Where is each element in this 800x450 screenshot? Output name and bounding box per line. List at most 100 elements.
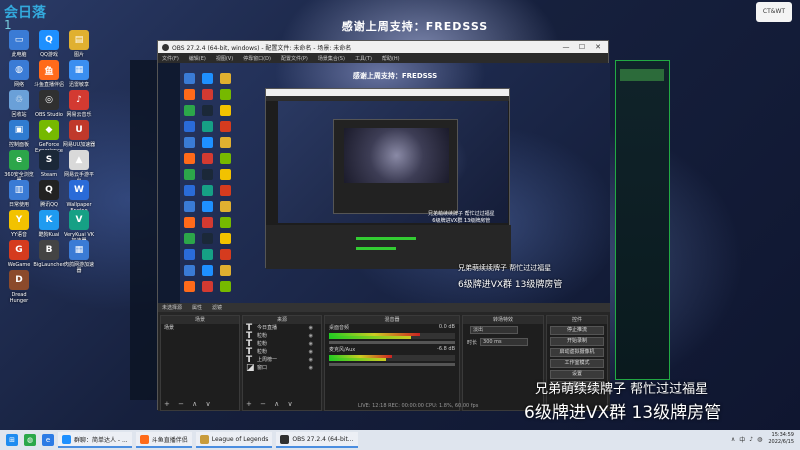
background-game-window[interactable] [615,60,670,380]
browser-icon[interactable]: e [42,434,54,446]
desktop-icon[interactable]: ◍ 网络 [2,60,36,88]
transition-duration-input[interactable]: 300 ms [480,338,529,346]
network-icon[interactable]: ◍ [757,436,762,443]
desktop-icon[interactable]: Y YY语音 [2,210,36,238]
desktop-icon[interactable]: U 网易UU加速器 [62,120,96,148]
desktop-icon[interactable]: ◎ OBS Studio [32,90,66,118]
desktop-icon-glyph: W [69,180,89,200]
preview-mini-icon [220,281,231,292]
scene-item[interactable]: 场景 [161,324,239,332]
desktop-icon[interactable]: G WeGame [2,240,36,268]
filters-button[interactable]: 滤镜 [212,304,222,311]
desktop-icon-glyph: V [69,210,89,230]
menu-scene-collection[interactable]: 场景集合(S) [318,55,345,62]
taskbar-task[interactable]: League of Legends [195,432,273,448]
desktop-icon-glyph: ◆ [39,120,59,140]
obs-menubar: 文件(F) 编辑(E) 视图(V) 停靠窗口(D) 配置文件(P) 场景集合(S… [158,53,608,63]
source-item[interactable]: T 上周榜一 ◉ [243,356,321,365]
nested-meter-2 [356,247,396,250]
visibility-eye-icon[interactable]: ◉ [309,324,313,332]
source-item[interactable]: ◪ 窗口 ◉ [243,364,321,373]
studio-mode-button[interactable]: 工作室模式 [550,359,604,368]
visibility-eye-icon[interactable]: ◉ [309,348,313,356]
desktop-icon[interactable]: Q 腾讯QQ [32,180,66,208]
nested-obs-window-2 [333,119,458,214]
desktop-icon[interactable]: B BigLauncher [32,240,66,268]
desktop-icon[interactable]: ▦ 迅雷敏享 [62,60,96,88]
volume-icon[interactable]: ♪ [749,436,753,443]
desktop-icon[interactable]: e360安全浏览器 [2,150,36,184]
desktop-icon[interactable]: ▦ 肉鸽网游加速器 [62,240,96,274]
obs-titlebar[interactable]: OBS 27.2.4 (64-bit, windows) - 配置文件: 未命名… [158,41,608,53]
transition-duration-row: 时长 300 ms [463,336,543,348]
start-recording-button[interactable]: 开始录制 [550,337,604,346]
desktop-icon[interactable]: Q QQ游戏 [32,30,66,58]
obs-window[interactable]: OBS 27.2.4 (64-bit, windows) - 配置文件: 未命名… [157,40,610,411]
desktop-icon-glyph: D [9,270,29,290]
menu-tools[interactable]: 工具(T) [355,55,372,62]
desktop-icon[interactable]: K 酷狗Kuai [32,210,66,238]
taskbar-tasks: 群聊：简单达人 - ... 斗鱼直播伴侣 League of Legends OBS … [54,432,358,448]
desktop-icon[interactable]: VVeryKuai VK加速器 [62,210,96,244]
volume-slider[interactable] [329,363,455,366]
preview-overlay-line2: 6级牌进VX群 13级牌房管 [458,280,563,290]
taskbar-task[interactable]: OBS 27.2.4 (64-bit... [276,432,358,448]
menu-profile[interactable]: 配置文件(P) [281,55,308,62]
desktop-icon[interactable]: ▲网易云手游平台 [62,150,96,184]
source-item[interactable]: T 粒粉 ◉ [243,348,321,357]
desktop-icon[interactable]: WWallpaper Engine [62,180,96,214]
desktop-icon[interactable]: ▥ 日常使用 [2,180,36,208]
menu-file[interactable]: 文件(F) [162,55,179,62]
menu-view[interactable]: 视图(V) [216,55,233,62]
menu-help[interactable]: 帮助(H) [382,55,400,62]
desktop-icon[interactable]: ◆GeForce Experience [32,120,66,154]
source-item[interactable]: T 今日直播 ◉ [243,324,321,333]
desktop-icon[interactable]: ♲ 回收站 [2,90,36,118]
preview-mini-icon [202,233,213,244]
desktop-icon[interactable]: ▭ 此电脑 [2,30,36,58]
sources-list: T 今日直播 ◉ T 粒粉 ◉ T 粒粉 ◉ T 粒粉 ◉ T 上周榜一 ◉ ◪ 窗口 ◉ [243,324,321,373]
desktop-icon-label: WeGame [7,262,31,268]
preview-mini-icon [220,265,231,276]
desktop-icon-label: 斗鱼直播伴侣 [33,82,64,88]
start-icon[interactable]: ⊞ [6,434,18,446]
sources-dock-controls[interactable]: + − ∧ ∨ [246,400,296,408]
taskbar-task-label: League of Legends [211,435,269,443]
wechat-icon[interactable]: ◍ [24,434,36,446]
menu-docks[interactable]: 停靠窗口(D) [243,55,271,62]
stop-streaming-button[interactable]: 停止推流 [550,326,604,335]
visibility-eye-icon[interactable]: ◉ [309,364,313,372]
visibility-eye-icon[interactable]: ◉ [309,340,313,348]
scenes-dock-controls[interactable]: + − ∧ ∨ [164,400,214,408]
desktop-icon[interactable]: ♪ 网易云音乐 [62,90,96,118]
transition-type-select[interactable]: 淡出 [470,326,518,334]
desktop-icon[interactable]: D Dread Hunger [2,270,36,304]
maximize-icon[interactable]: ☐ [574,41,590,53]
desktop-icon[interactable]: ▣ 控制面板 [2,120,36,148]
preview-mini-icon [184,89,195,100]
menu-edit[interactable]: 编辑(E) [189,55,206,62]
volume-slider[interactable] [329,341,455,344]
close-icon[interactable]: ✕ [590,41,606,53]
tray-expand-icon[interactable]: ∧ [731,436,735,443]
source-item[interactable]: T 粒粉 ◉ [243,340,321,349]
properties-button[interactable]: 属性 [192,304,202,311]
visibility-eye-icon[interactable]: ◉ [309,332,313,340]
taskbar-task[interactable]: 斗鱼直播伴侣 [135,432,192,448]
desktop-icon[interactable]: 鱼斗鱼直播伴侣 [32,60,66,88]
clock[interactable]: 15:34:59 2022/6/15 [768,432,794,446]
preview-mini-icon [202,153,213,164]
nested-obs-window: 兄弟萌续续牌子 帮忙过过福星 6级牌进VX群 13级牌房管 [265,88,511,269]
start-virtual-camera-button[interactable]: 启动虚拟摄像机 [550,348,604,357]
minimize-icon[interactable]: — [558,41,574,53]
taskbar-task[interactable]: 群聊：简单达人 - ... [58,432,132,448]
source-item[interactable]: T 粒粉 ◉ [243,332,321,341]
sources-dock: 来源 T 今日直播 ◉ T 粒粉 ◉ T 粒粉 ◉ T 粒粉 ◉ T 上周榜一 ◉ ◪ 窗口 ◉ + − ∧ ∨ [242,315,322,411]
input-method-icon[interactable]: 中 [739,435,745,444]
visibility-eye-icon[interactable]: ◉ [309,356,313,364]
overlay-line2: 6级牌进VX群 13级牌房管 [524,403,722,423]
desktop-icon[interactable]: ▤ 图片 [62,30,96,58]
preview-mini-icon [202,265,213,276]
preview-mini-icon [220,201,231,212]
desktop-icon[interactable]: S Steam [32,150,66,178]
